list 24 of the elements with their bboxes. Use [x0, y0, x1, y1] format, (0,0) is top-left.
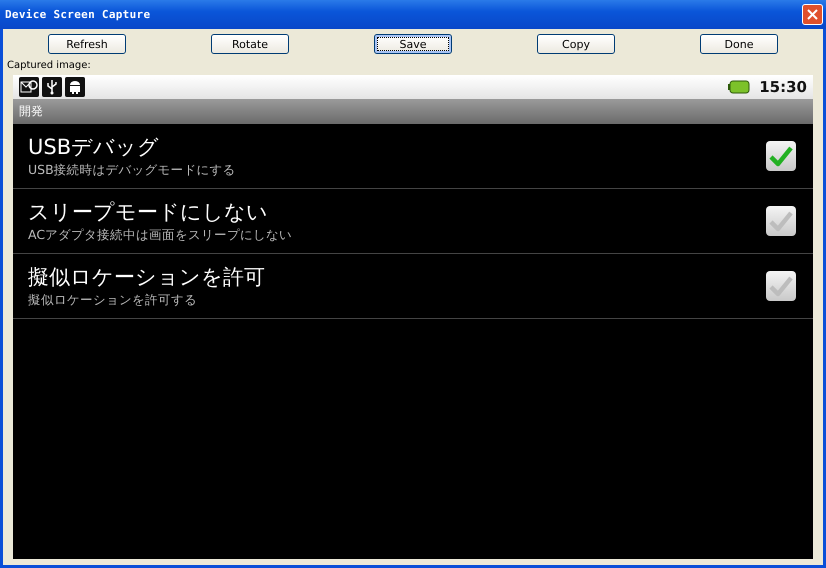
checkbox[interactable] — [766, 206, 796, 236]
battery-icon — [728, 80, 750, 94]
robot-icon — [65, 77, 85, 97]
setting-title: スリープモードにしない — [28, 199, 269, 226]
toolbar-button[interactable]: Rotate — [211, 34, 289, 54]
toolbar-button[interactable]: Copy — [537, 34, 615, 54]
toolbar-button[interactable]: Save — [374, 34, 452, 54]
setting-title: USBデバッグ — [28, 134, 160, 161]
close-button[interactable] — [802, 4, 823, 25]
window-title: Device Screen Capture — [5, 8, 150, 21]
section-header: 開発 — [19, 103, 43, 120]
toolbar-button[interactable]: Done — [700, 34, 778, 54]
setting-title: 擬似ロケーションを許可 — [28, 264, 265, 291]
checkbox[interactable] — [766, 271, 796, 301]
setting-summary: USB接続時はデバッグモードにする — [28, 162, 236, 179]
captured-image-label: Captured image: — [7, 60, 91, 71]
close-icon — [807, 9, 818, 20]
toolbar-button[interactable]: Refresh — [48, 34, 126, 54]
setting-summary: 擬似ロケーションを許可する — [28, 292, 198, 309]
usb-icon — [42, 77, 62, 97]
setting-summary: ACアダプタ接続中は画面をスリープにしない — [28, 227, 292, 244]
clock-time: 15:30 — [759, 78, 807, 96]
checkbox[interactable] — [766, 141, 796, 171]
mail-icon — [19, 77, 39, 97]
